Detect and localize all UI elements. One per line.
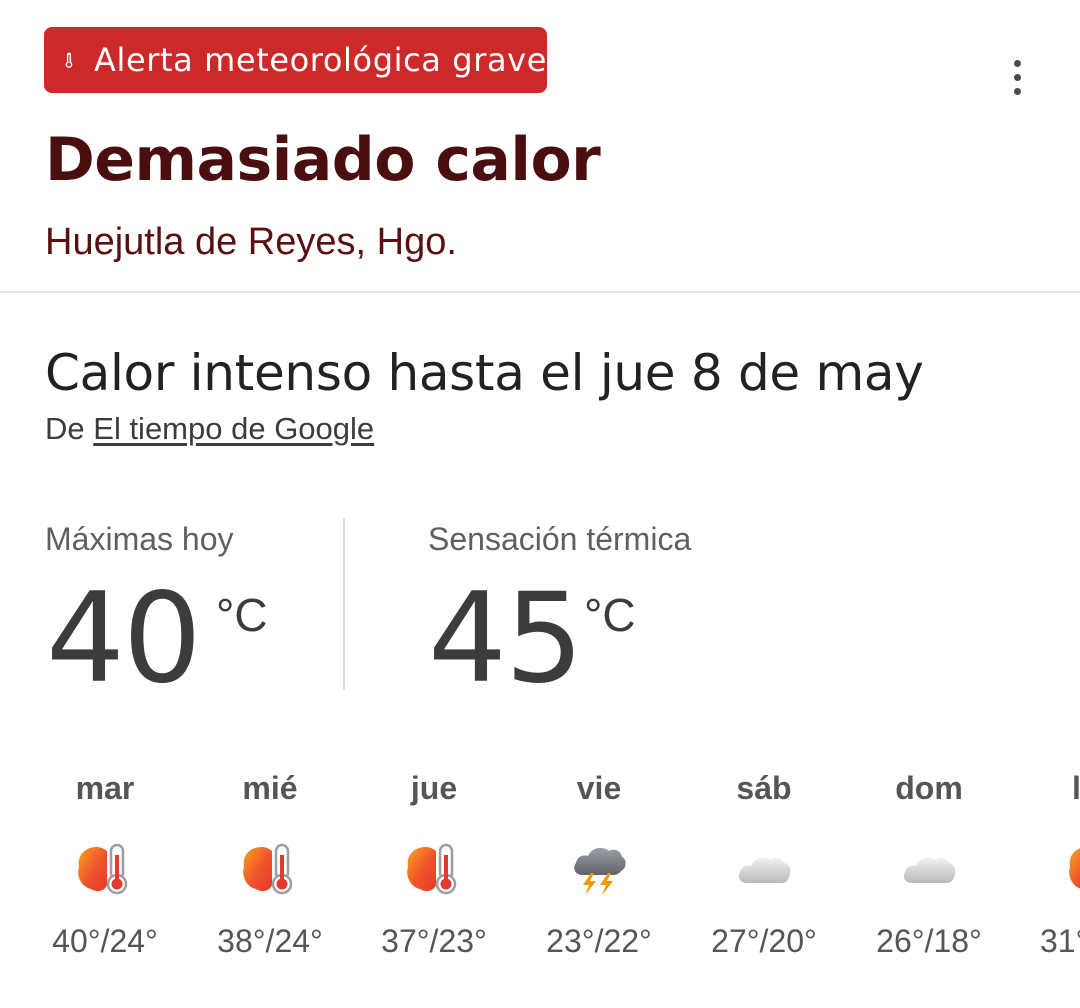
thunderstorm-icon [574, 847, 626, 895]
heat-warning-icon [407, 843, 457, 895]
cloud-icon [738, 857, 791, 883]
more-vert-icon [1013, 59, 1021, 67]
heat-warning-icon [78, 843, 128, 895]
forecast-day-name: vie [576, 770, 622, 806]
forecast-day-name: mié [242, 770, 298, 806]
forecast-temps: 38°/24° [217, 923, 323, 959]
forecast-temps: 26°/18° [876, 923, 982, 959]
stats-divider [343, 518, 345, 690]
heat-warning-icon [243, 843, 293, 895]
feels-like-label: Sensación térmica [428, 521, 692, 557]
section-divider [0, 291, 1080, 293]
forecast-day-name: jue [410, 770, 458, 806]
source-link[interactable]: El tiempo de Google [93, 411, 374, 446]
cloud-icon [903, 857, 956, 883]
forecast-day-name: mar [75, 770, 135, 806]
forecast-day[interactable]: vie 23°/22° [524, 768, 674, 961]
max-temp-value: 40 [46, 567, 202, 711]
more-options-button[interactable] [1000, 55, 1034, 99]
forecast-day[interactable]: mar 40°/24° [30, 768, 180, 961]
max-temp-label: Máximas hoy [45, 521, 234, 557]
alert-headline: Calor intenso hasta el jue 8 de may [45, 344, 924, 402]
forecast-day[interactable]: mié 38°/24° [195, 768, 345, 961]
alert-location: Huejutla de Reyes, Hgo. [45, 221, 457, 263]
feels-like-unit: °C [584, 589, 636, 641]
thermometer-icon [65, 52, 73, 68]
forecast-day-name: dom [895, 770, 963, 806]
alert-badge-label: Alerta meteorológica grave [93, 41, 547, 79]
forecast-temps: 31° [1040, 923, 1080, 959]
forecast-temps: 27°/20° [711, 923, 817, 959]
forecast-temps: 23°/22° [546, 923, 652, 959]
forecast-day[interactable]: l 31° [1000, 768, 1080, 961]
max-temp-unit: °C [216, 589, 268, 641]
forecast-day-name: l [1072, 770, 1080, 806]
alert-title: Demasiado calor [45, 125, 601, 195]
forecast-temps: 37°/23° [381, 923, 487, 959]
severe-alert-badge: Alerta meteorológica grave [44, 27, 547, 93]
feels-like-value: 45 [428, 567, 584, 711]
source-prefix: De [45, 411, 85, 446]
forecast-day[interactable]: jue 37°/23° [359, 768, 509, 961]
source-line: De El tiempo de Google [45, 409, 374, 449]
forecast-temps: 40°/24° [52, 923, 158, 959]
heat-warning-icon [1069, 848, 1080, 889]
forecast-day[interactable]: dom 26°/18° [854, 768, 1004, 961]
forecast-day[interactable]: sáb 27°/20° [689, 768, 839, 961]
forecast-day-name: sáb [736, 770, 792, 806]
